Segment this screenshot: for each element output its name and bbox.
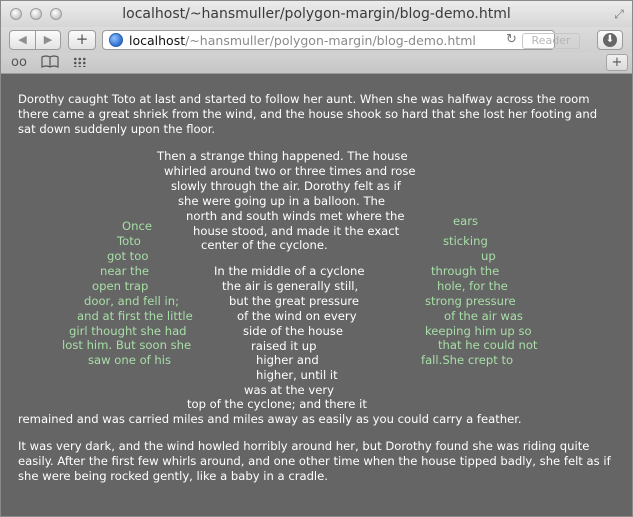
right-float-line: keeping him up so [425,324,532,338]
right-float-line: of the air was [444,309,523,323]
right-float-line: hole, for the [437,279,508,293]
left-float-line: open trap [92,279,149,293]
url-host: localhost [129,33,186,48]
forward-icon: ▶ [43,33,53,46]
reader-button[interactable]: Reader [522,33,580,49]
left-float-line: and at first the little [77,309,193,323]
back-icon: ◀ [18,33,27,46]
right-float-line: up [481,249,496,263]
bookmarks-bar: oo + [1,53,632,74]
center-line: higher and [256,353,319,367]
reload-icon[interactable]: ↻ [506,32,517,47]
center-line: slowly through the air. Dorothy felt as … [171,179,401,193]
paragraph-1: Dorothy caught Toto at last and started … [18,92,598,136]
center-line: In the middle of a cyclone [214,264,365,278]
left-float-line: near the [100,264,150,278]
left-float-line: Once [122,219,152,233]
new-tab-button[interactable]: + [606,54,628,71]
page-content: Dorothy caught Toto at last and started … [1,74,632,516]
left-float-line: girl thought she had [69,324,187,338]
center-line: top of the cyclone; and there it [187,397,367,411]
paragraph-2-end: remained and was carried miles and miles… [18,412,522,426]
right-float-line: that he could not [438,338,538,352]
center-line: center of the cyclone. [201,238,328,252]
fullscreen-icon[interactable]: ⤢ [612,7,626,21]
forward-button[interactable]: ▶ [35,30,61,50]
center-line: was at the very [244,383,334,397]
right-float-line: ears [453,214,479,228]
add-bookmark-button[interactable]: + [68,30,96,50]
browser-window: localhost/~hansmuller/polygon-margin/blo… [0,0,633,517]
left-float-line: Toto [117,234,141,248]
center-line: side of the house [243,324,343,338]
top-sites-icon[interactable] [73,57,87,67]
left-float-line: got too [107,249,149,263]
center-line: house stood, and made it the exact [193,224,400,238]
bookmarks-icon[interactable] [41,55,59,72]
paragraph-3: It was very dark, and the wind howled ho… [18,439,611,483]
toolbar: ◀ ▶ + localhost/~hansmuller/polygon-marg… [1,27,632,53]
center-line: higher, until it [256,368,338,382]
center-line: raised it up [251,339,317,353]
url-path: /~hansmuller/polygon-margin/blog-demo.ht… [185,33,476,48]
downloads-button[interactable]: ⬇ [597,30,623,50]
center-line: the air is generally still, [222,279,359,293]
left-float-line: door, and fell in; [84,294,179,308]
window-title: localhost/~hansmuller/polygon-margin/blo… [122,6,511,22]
download-icon: ⬇ [603,33,617,47]
plus-icon: + [75,30,89,48]
right-float-line: through the [431,264,500,278]
center-line: but the great pressure [229,294,360,308]
right-float-line: fall.She crept to [421,353,514,367]
book-icon [41,55,59,68]
back-button[interactable]: ◀ [9,30,36,50]
center-line: of the wind on every [237,309,357,323]
address-bar[interactable]: localhost/~hansmuller/polygon-margin/blo… [102,30,580,50]
right-float-line: sticking [443,234,488,248]
left-float-line: saw one of his [88,353,172,367]
center-line: Then a strange thing happened. The house [157,149,408,163]
reading-list-icon[interactable]: oo [11,55,27,70]
url-text[interactable]: localhost/~hansmuller/polygon-margin/blo… [129,33,476,48]
center-line: she were going up in a balloon. The [178,194,386,208]
title-bar: localhost/~hansmuller/polygon-margin/blo… [1,1,632,28]
globe-icon [109,33,123,47]
right-float-line: strong pressure [425,294,516,308]
center-line: north and south winds met where the [186,209,405,223]
center-line: whirled around two or three times and ro… [164,164,416,178]
left-float-line: lost him. But soon she [62,338,192,352]
